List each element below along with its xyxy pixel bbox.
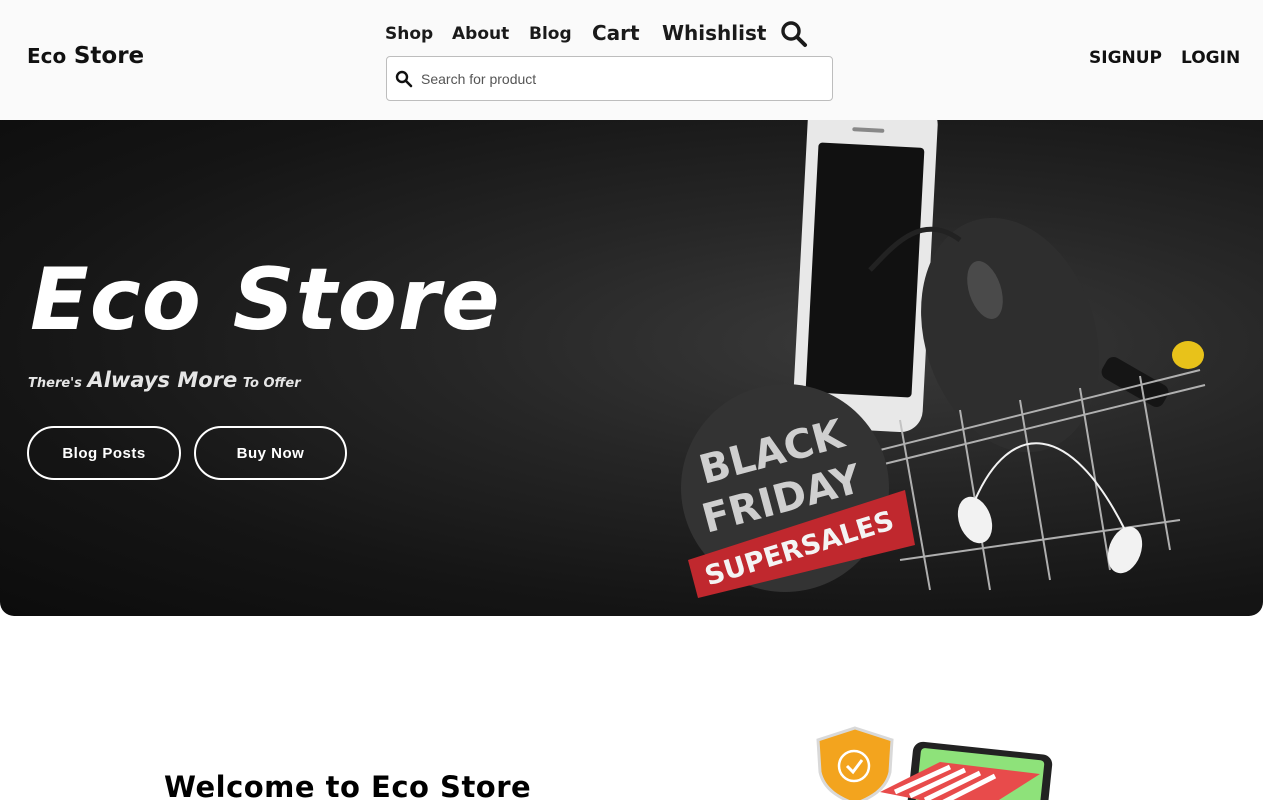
logo-prefix: Eco <box>27 44 67 68</box>
tagline-part3: To Offer <box>242 376 301 391</box>
smartphone-illustration <box>792 120 938 433</box>
signup-link[interactable]: SIGNUP <box>1089 48 1162 68</box>
shield-check-icon <box>816 726 894 800</box>
tagline-part1: There's <box>28 376 82 391</box>
hero-banner: BLACK FRIDAY SUPERSALES Eco Store There'… <box>0 120 1263 616</box>
product-search-bar[interactable] <box>386 56 833 101</box>
search-input[interactable] <box>421 65 821 93</box>
nav-link-blog[interactable]: Blog <box>529 24 572 52</box>
nav-link-shop[interactable]: Shop <box>385 24 433 52</box>
search-icon[interactable] <box>780 20 808 48</box>
blog-posts-button[interactable]: Blog Posts <box>27 426 181 480</box>
nav-link-cart[interactable]: Cart <box>592 21 640 49</box>
hero-tagline: There's Always More To Offer <box>28 368 301 392</box>
hero-title: Eco Store <box>30 250 501 350</box>
nav-link-wishlist[interactable]: Whishlist <box>662 21 766 49</box>
buy-now-button[interactable]: Buy Now <box>194 426 347 480</box>
welcome-heading: Welcome to Eco Store <box>164 770 532 800</box>
search-input-icon <box>395 70 413 88</box>
shopping-device-icon <box>880 741 1053 800</box>
top-navbar: Eco Store Shop About Blog Cart Whishlist… <box>0 0 1263 120</box>
secure-shopping-illustration <box>816 726 1053 800</box>
tagline-part2: Always More <box>87 368 238 392</box>
nav-link-about[interactable]: About <box>452 24 509 52</box>
site-logo[interactable]: Eco Store <box>27 43 144 69</box>
login-link[interactable]: LOGIN <box>1181 48 1240 68</box>
logo-name: Store <box>73 43 145 69</box>
